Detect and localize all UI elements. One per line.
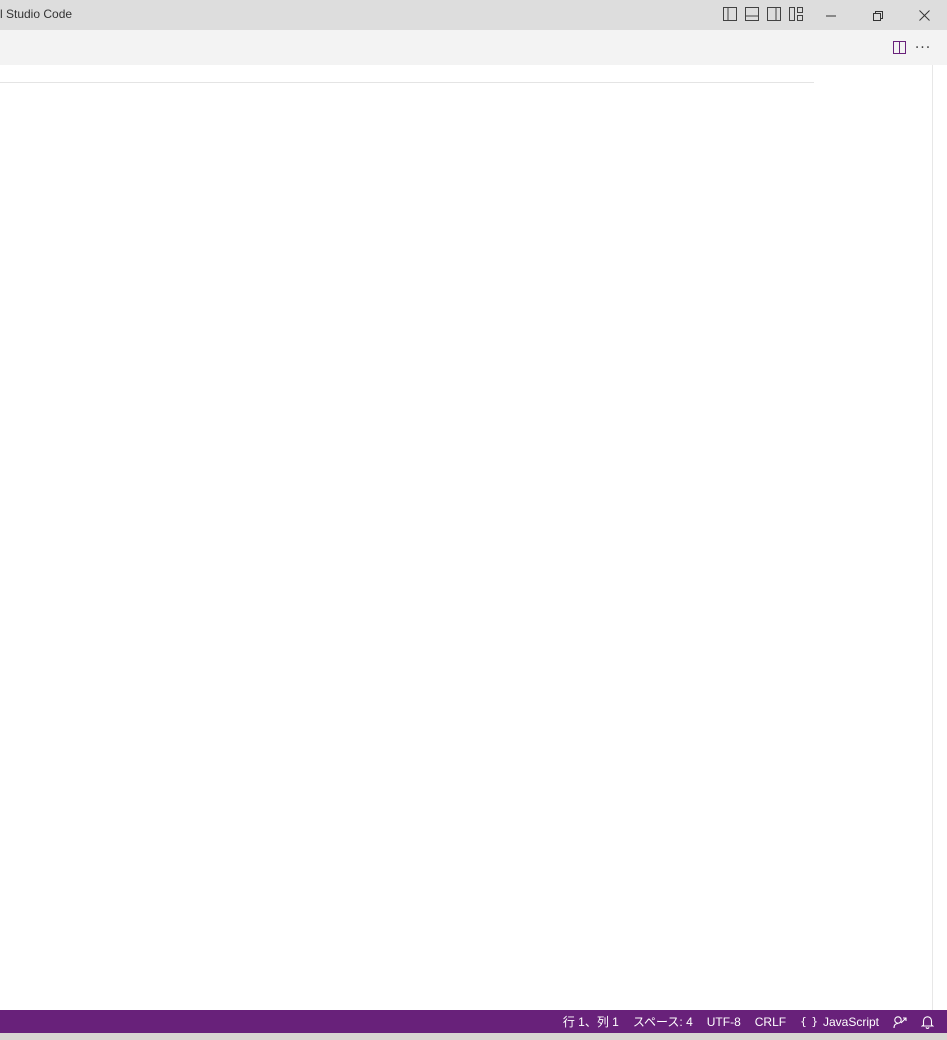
status-bar-right: 行 1、列 1 スペース: 4 UTF-8 CRLF { } JavaScrip… <box>556 1010 941 1033</box>
encoding-status[interactable]: UTF-8 <box>700 1010 748 1033</box>
customize-layout-icon <box>789 6 803 25</box>
breadcrumb-bar <box>0 65 814 83</box>
feedback-icon <box>893 1015 907 1029</box>
cursor-position[interactable]: 行 1、列 1 <box>556 1010 626 1033</box>
desktop-edge <box>0 1033 947 1040</box>
toggle-secondary-sidebar-icon <box>767 6 781 25</box>
split-editor-icon <box>892 39 906 58</box>
toggle-primary-sidebar-icon <box>723 6 737 25</box>
editor-area[interactable] <box>0 83 814 1010</box>
close-button[interactable] <box>901 0 947 30</box>
language-mode[interactable]: { } JavaScript <box>793 1010 886 1033</box>
language-mode-label: JavaScript <box>822 1014 879 1029</box>
customize-layout-button[interactable] <box>787 6 805 24</box>
notifications-button[interactable] <box>914 1010 941 1033</box>
editor-tab-bar: ··· <box>0 30 947 65</box>
indentation-status[interactable]: スペース: 4 <box>626 1010 700 1033</box>
window-title: l Studio Code <box>0 7 73 21</box>
vertical-scrollbar[interactable] <box>932 65 947 1010</box>
toggle-panel-button[interactable] <box>743 6 761 24</box>
toggle-primary-sidebar-button[interactable] <box>721 6 739 24</box>
feedback-button[interactable] <box>886 1010 914 1033</box>
minimap[interactable] <box>814 65 932 1010</box>
eol-status[interactable]: CRLF <box>748 1010 793 1033</box>
restore-button[interactable] <box>855 0 901 30</box>
braces-icon: { } <box>800 1015 818 1028</box>
toggle-secondary-sidebar-button[interactable] <box>765 6 783 24</box>
minimize-icon <box>826 6 836 25</box>
restore-icon <box>873 6 883 25</box>
toggle-panel-icon <box>745 6 759 25</box>
status-bar: 行 1、列 1 スペース: 4 UTF-8 CRLF { } JavaScrip… <box>0 1010 947 1033</box>
title-bar: l Studio Code <box>0 0 947 30</box>
more-actions-icon: ··· <box>914 40 932 56</box>
minimize-button[interactable] <box>808 0 854 30</box>
vscode-window: l Studio Code ··· 行 1、列 1 スペース: 4 UTF-8 … <box>0 0 947 1033</box>
close-icon <box>918 6 930 25</box>
split-editor-button[interactable] <box>889 38 909 58</box>
bell-icon <box>921 1015 934 1029</box>
more-actions-button[interactable]: ··· <box>913 38 933 58</box>
